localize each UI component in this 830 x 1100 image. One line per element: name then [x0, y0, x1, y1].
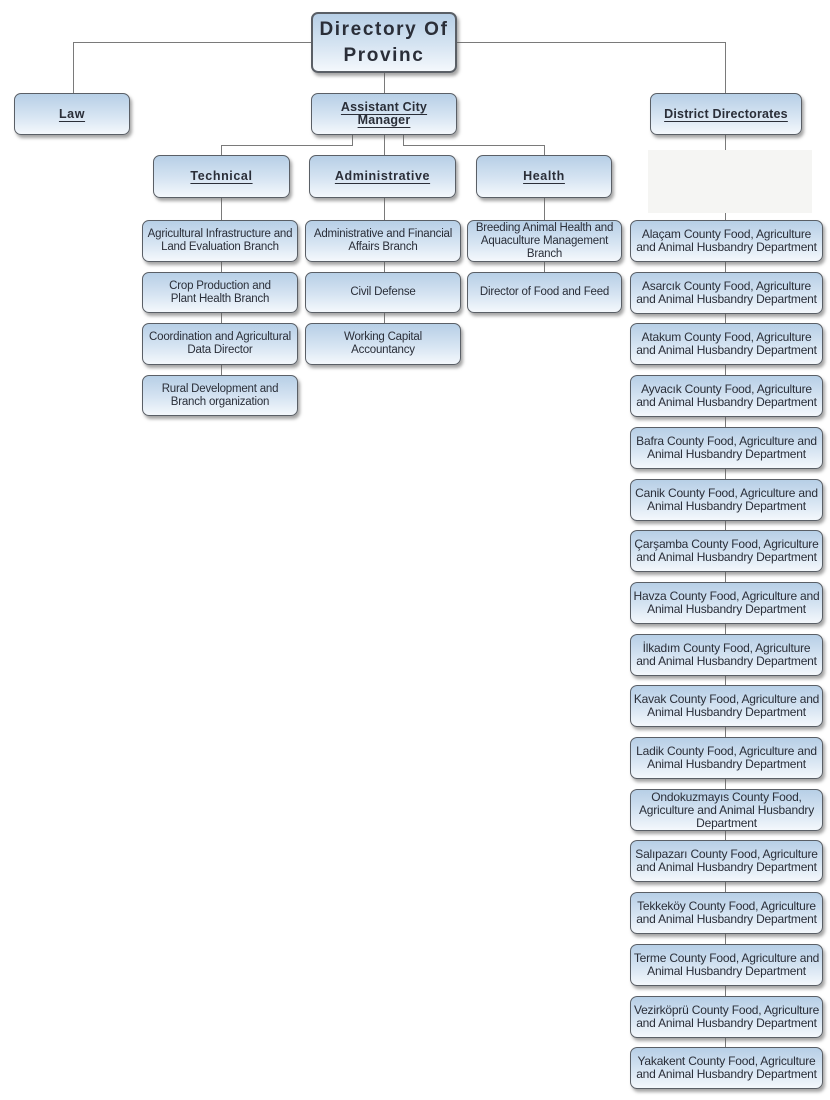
- technical-branch-node[interactable]: Agricultural Infrastructure and Land Eva…: [142, 220, 298, 262]
- district-department-node[interactable]: Vezirköprü County Food, Agriculture and …: [630, 996, 823, 1038]
- district-department-node[interactable]: Alaçam County Food, Agriculture and Anim…: [630, 220, 823, 262]
- district-department-label: Tekkeköy County Food, Agriculture and An…: [636, 899, 817, 926]
- root-node-label: Directory Of Provinc: [319, 18, 449, 66]
- node-label: Coordination and Agricultural Data Direc…: [149, 331, 291, 356]
- technical-branch-node[interactable]: Crop Production and Plant Health Branch: [142, 272, 298, 313]
- district-department-node[interactable]: Bafra County Food, Agriculture and Anima…: [630, 427, 823, 469]
- root-node-directory[interactable]: Directory Of Provinc: [311, 12, 457, 73]
- district-department-label: Ondokuzmayıs County Food, Agriculture an…: [638, 789, 815, 830]
- node-law-label: Law: [58, 106, 86, 121]
- district-department-node[interactable]: Terme County Food, Agriculture and Anima…: [630, 944, 823, 986]
- district-department-label: Yakakent County Food, Agriculture and An…: [636, 1054, 817, 1081]
- district-department-node[interactable]: Yakakent County Food, Agriculture and An…: [630, 1047, 823, 1089]
- node-health-label: Health: [523, 169, 565, 183]
- district-department-label: Ladik County Food, Agriculture and Anima…: [636, 744, 817, 771]
- connector: [403, 145, 544, 146]
- node-label: Civil Defense: [350, 286, 416, 298]
- connector: [73, 42, 311, 43]
- connector: [544, 145, 545, 155]
- district-department-node[interactable]: Tekkeköy County Food, Agriculture and An…: [630, 892, 823, 934]
- district-department-label: Bafra County Food, Agriculture and Anima…: [636, 434, 817, 461]
- district-department-label: Salıpazarı County Food, Agriculture and …: [635, 847, 818, 874]
- district-department-label: Ayvacık County Food, Agriculture and Ani…: [636, 382, 817, 409]
- district-department-node[interactable]: Atakum County Food, Agriculture and Anim…: [630, 323, 823, 365]
- district-department-node[interactable]: Asarcık County Food, Agriculture and Ani…: [630, 272, 823, 314]
- node-district-directorates[interactable]: District Directorates: [650, 93, 802, 135]
- district-department-node[interactable]: Ayvacık County Food, Agriculture and Ani…: [630, 375, 823, 417]
- node-label: Rural Development and Branch organizatio…: [161, 382, 279, 408]
- node-district-label: District Directorates: [664, 106, 788, 121]
- administrative-branch-node[interactable]: Civil Defense: [305, 272, 461, 313]
- node-label: Administrative and Financial Affairs Bra…: [313, 228, 453, 253]
- district-department-label: Terme County Food, Agriculture and Anima…: [633, 951, 820, 978]
- district-department-label: Kavak County Food, Agriculture and Anima…: [633, 692, 820, 719]
- connector: [384, 73, 385, 93]
- node-technical[interactable]: Technical: [153, 155, 290, 198]
- technical-branch-node[interactable]: Coordination and Agricultural Data Direc…: [142, 323, 298, 365]
- district-department-label: Asarcık County Food, Agriculture and Ani…: [636, 279, 817, 306]
- connector: [221, 145, 222, 155]
- node-label: Crop Production and Plant Health Branch: [169, 279, 271, 305]
- node-technical-label: Technical: [190, 169, 253, 183]
- administrative-branch-node[interactable]: Working Capital Accountancy: [305, 323, 461, 365]
- district-department-node[interactable]: Salıpazarı County Food, Agriculture and …: [630, 840, 823, 882]
- connector: [73, 42, 74, 93]
- node-law[interactable]: Law: [14, 93, 130, 135]
- district-department-label: Canik County Food, Agriculture and Anima…: [635, 486, 818, 513]
- blank-area: [648, 150, 812, 213]
- connector: [457, 42, 726, 43]
- administrative-branch-node[interactable]: Administrative and Financial Affairs Bra…: [305, 220, 461, 262]
- district-department-label: İlkadım County Food, Agriculture and Ani…: [636, 641, 817, 668]
- district-department-label: Atakum County Food, Agriculture and Anim…: [636, 330, 817, 357]
- district-department-node[interactable]: Ondokuzmayıs County Food, Agriculture an…: [630, 789, 823, 831]
- node-label: Director of Food and Feed: [479, 286, 610, 298]
- connector: [221, 145, 353, 146]
- district-department-node[interactable]: Kavak County Food, Agriculture and Anima…: [630, 685, 823, 727]
- connector: [384, 135, 385, 155]
- node-label: Working Capital Accountancy: [344, 331, 422, 356]
- node-assistant-city-manager[interactable]: Assistant City Manager: [311, 93, 457, 135]
- district-department-label: Alaçam County Food, Agriculture and Anim…: [636, 227, 817, 254]
- connector: [352, 135, 353, 145]
- district-department-node[interactable]: Canik County Food, Agriculture and Anima…: [630, 479, 823, 521]
- node-assistant-label: Assistant City Manager: [340, 100, 428, 127]
- connector: [403, 135, 404, 145]
- district-department-node[interactable]: Ladik County Food, Agriculture and Anima…: [630, 737, 823, 779]
- health-branch-node[interactable]: Breeding Animal Health and Aquaculture M…: [467, 220, 622, 262]
- node-health[interactable]: Health: [476, 155, 612, 198]
- district-department-node[interactable]: Çarşamba County Food, Agriculture and An…: [630, 530, 823, 572]
- district-department-label: Çarşamba County Food, Agriculture and An…: [634, 537, 819, 564]
- district-department-node[interactable]: İlkadım County Food, Agriculture and Ani…: [630, 634, 823, 676]
- node-administrative-label: Administrative: [334, 169, 431, 183]
- technical-branch-node[interactable]: Rural Development and Branch organizatio…: [142, 375, 298, 416]
- district-department-node[interactable]: Havza County Food, Agriculture and Anima…: [630, 582, 823, 624]
- node-administrative[interactable]: Administrative: [309, 155, 456, 198]
- connector: [725, 42, 726, 93]
- district-department-label: Havza County Food, Agriculture and Anima…: [633, 589, 820, 616]
- node-label: Breeding Animal Health and Aquaculture M…: [475, 221, 614, 260]
- district-department-label: Vezirköprü County Food, Agriculture and …: [633, 1003, 820, 1030]
- health-branch-node[interactable]: Director of Food and Feed: [467, 272, 622, 313]
- node-label: Agricultural Infrastructure and Land Eva…: [147, 228, 293, 253]
